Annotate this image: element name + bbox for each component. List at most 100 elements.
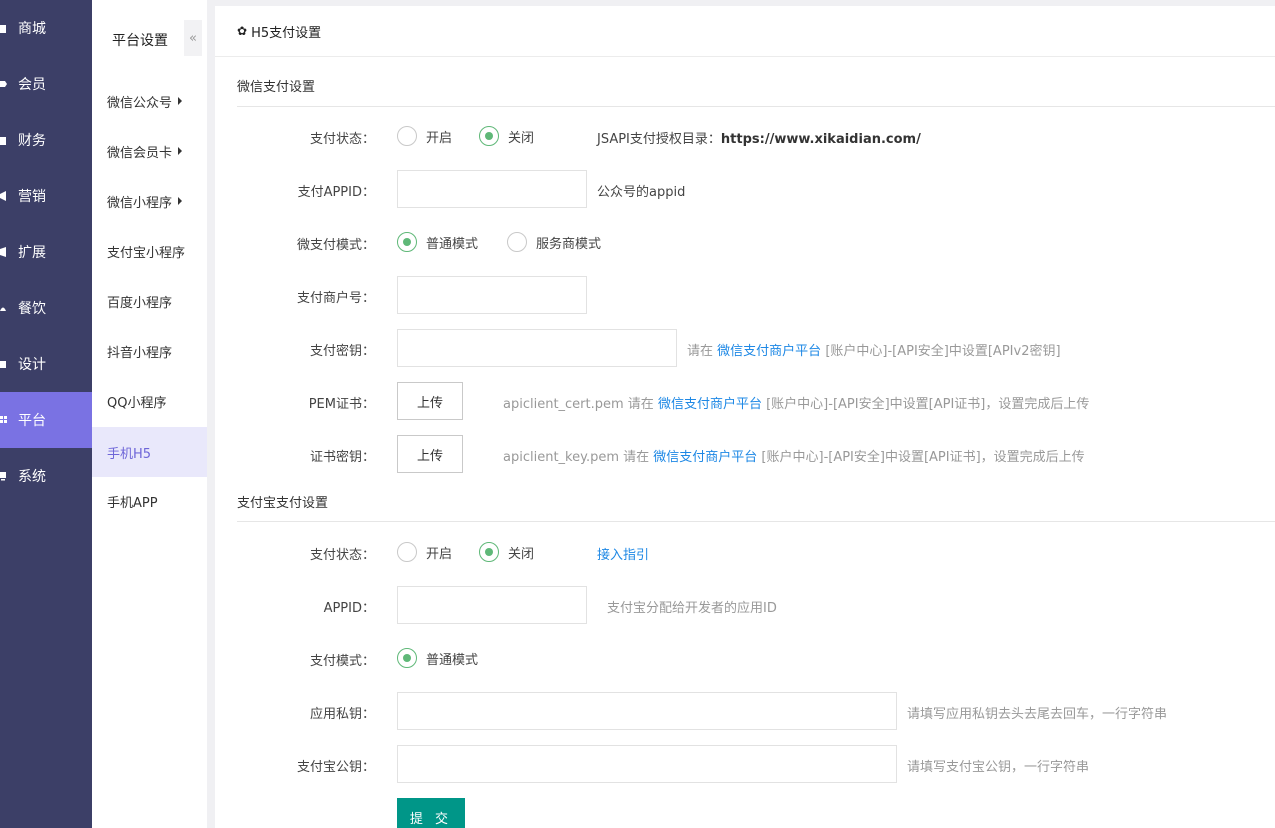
alipay-mode-normal-radio[interactable]: 普通模式: [397, 648, 478, 668]
submenu-item-wechat-card[interactable]: 微信会员卡: [92, 126, 207, 176]
wechat-merchant-input[interactable]: [397, 276, 587, 314]
wechat-mode-label: 微支付模式：: [296, 238, 375, 253]
alipay-status-off-radio[interactable]: 关闭: [479, 542, 534, 562]
sidebar-item-label: 商城: [18, 21, 46, 37]
sidebar-item-design[interactable]: 设计: [0, 336, 92, 392]
help-prefix: 请在: [687, 344, 714, 359]
store-icon: [0, 22, 10, 34]
sidebar-item-marketing[interactable]: 营销: [0, 168, 92, 224]
submenu-item-douyin-miniprogram[interactable]: 抖音小程序: [92, 326, 207, 376]
submenu-item-label: 微信小程序: [107, 195, 173, 211]
sidebar-item-label: 系统: [18, 469, 46, 485]
wechat-secret-help: 请在 微信支付商户平台 [账户中心]-[API安全]中设置[APIv2密钥]: [687, 340, 1061, 359]
certkey-upload-button[interactable]: 上传: [397, 435, 463, 473]
help-prefix: apiclient_key.pem 请在: [503, 450, 650, 465]
brush-icon: [0, 358, 10, 370]
wechat-mode-provider-radio[interactable]: 服务商模式: [507, 232, 601, 252]
sidebar-item-system[interactable]: 系统: [0, 448, 92, 504]
radio-label: 普通模式: [426, 236, 479, 252]
monitor-icon: [0, 470, 10, 482]
caret-right-icon: [178, 147, 183, 155]
megaphone-icon: [0, 190, 10, 202]
sidebar-item-extension[interactable]: 扩展: [0, 224, 92, 280]
alipay-appid-input[interactable]: [397, 586, 587, 624]
submenu-item-qq-miniprogram[interactable]: QQ小程序: [92, 376, 207, 426]
tag-icon: [0, 78, 10, 90]
help-prefix: apiclient_cert.pem 请在: [503, 397, 654, 412]
collapse-submenu-button[interactable]: «: [184, 20, 202, 56]
radio-label: 开启: [426, 130, 453, 146]
divider: [237, 521, 1275, 522]
sidebar-item-label: 扩展: [18, 245, 46, 261]
wallet-icon: [0, 134, 10, 146]
submenu-item-label: QQ小程序: [107, 395, 167, 411]
radio-circle: [479, 126, 499, 146]
merchant-platform-link[interactable]: 微信支付商户平台: [653, 450, 757, 465]
help-suffix: [账户中心]-[API安全]中设置[API证书]，设置完成后上传: [766, 397, 1090, 412]
alipay-private-key-help: 请填写应用私钥去头去尾去回车，一行字符串: [907, 707, 1168, 722]
sidebar-item-label: 平台: [18, 413, 46, 429]
sidebar-item-catering[interactable]: 餐饮: [0, 280, 92, 336]
alipay-private-key-label: 应用私钥：: [309, 707, 375, 722]
jsapi-note-url: https://www.xikaidian.com/: [720, 132, 921, 147]
submenu-item-label: 微信会员卡: [107, 145, 173, 161]
alipay-guide-link[interactable]: 接入指引: [597, 544, 649, 563]
submenu-item-mobile-h5[interactable]: 手机H5: [92, 427, 207, 477]
radio-circle: [397, 542, 417, 562]
pem-upload-button[interactable]: 上传: [397, 382, 463, 420]
radio-circle: [397, 648, 417, 668]
radio-circle: [397, 126, 417, 146]
radio-label: 关闭: [508, 130, 535, 146]
sidebar-item-member[interactable]: 会员: [0, 56, 92, 112]
alipay-public-key-label: 支付宝公钥：: [296, 760, 375, 775]
alipay-section-title: 支付宝支付设置: [237, 496, 329, 511]
submenu-item-alipay-miniprogram[interactable]: 支付宝小程序: [92, 226, 207, 276]
submenu-item-wechat-miniprogram[interactable]: 微信小程序: [92, 176, 207, 226]
alipay-status-on-radio[interactable]: 开启: [397, 542, 452, 562]
radio-label: 开启: [426, 546, 453, 562]
radio-label: 普通模式: [426, 652, 479, 668]
submenu-item-label: 抖音小程序: [107, 345, 173, 361]
settings-panel: ✿ H5支付设置 微信支付设置 支付状态： 开启 关闭 JSAPI支付授权目录：…: [215, 6, 1275, 828]
submenu-item-wechat-official[interactable]: 微信公众号: [92, 76, 207, 126]
caret-right-icon: [178, 97, 183, 105]
wechat-certkey-help: apiclient_key.pem 请在 微信支付商户平台 [账户中心]-[AP…: [503, 446, 1085, 465]
alipay-public-key-input[interactable]: [397, 745, 897, 783]
wechat-status-on-radio[interactable]: 开启: [397, 126, 452, 146]
caret-right-icon: [178, 197, 183, 205]
submenu-item-mobile-app[interactable]: 手机APP: [92, 476, 207, 526]
wechat-appid-input[interactable]: [397, 170, 587, 208]
wechat-secret-label: 支付密钥：: [309, 344, 375, 359]
wechat-section-title: 微信支付设置: [237, 80, 316, 95]
gear-icon: ✿: [237, 24, 248, 38]
wechat-certkey-label: 证书密钥：: [309, 450, 375, 465]
wechat-pem-help: apiclient_cert.pem 请在 微信支付商户平台 [账户中心]-[A…: [503, 393, 1089, 412]
sidebar-item-finance[interactable]: 财务: [0, 112, 92, 168]
merchant-platform-link[interactable]: 微信支付商户平台: [717, 344, 821, 359]
wechat-merchant-label: 支付商户号：: [296, 291, 375, 306]
submenu-item-label: 手机H5: [107, 446, 152, 462]
wechat-secret-input[interactable]: [397, 329, 677, 367]
wechat-pem-label: PEM证书：: [308, 397, 375, 412]
radio-circle: [397, 232, 417, 252]
wechat-status-label: 支付状态：: [309, 132, 375, 147]
sidebar-item-store[interactable]: 商城: [0, 0, 92, 56]
submenu-item-label: 百度小程序: [107, 295, 173, 311]
radio-label: 服务商模式: [536, 236, 602, 252]
radio-circle: [479, 542, 499, 562]
sidebar-item-label: 餐饮: [18, 301, 46, 317]
sidebar-item-platform[interactable]: 平台: [0, 392, 92, 448]
submit-button[interactable]: 提 交: [397, 798, 465, 828]
food-icon: [0, 302, 10, 314]
radio-label: 关闭: [508, 546, 535, 562]
merchant-platform-link[interactable]: 微信支付商户平台: [658, 397, 762, 412]
grid-icon: [0, 414, 10, 426]
wechat-status-off-radio[interactable]: 关闭: [479, 126, 534, 146]
alipay-status-label: 支付状态：: [309, 548, 375, 563]
wechat-mode-normal-radio[interactable]: 普通模式: [397, 232, 478, 252]
panel-header: ✿ H5支付设置: [215, 6, 1275, 57]
alipay-private-key-input[interactable]: [397, 692, 897, 730]
sidebar-item-label: 营销: [18, 189, 46, 205]
submenu-item-baidu-miniprogram[interactable]: 百度小程序: [92, 276, 207, 326]
alipay-mode-label: 支付模式：: [309, 654, 375, 669]
